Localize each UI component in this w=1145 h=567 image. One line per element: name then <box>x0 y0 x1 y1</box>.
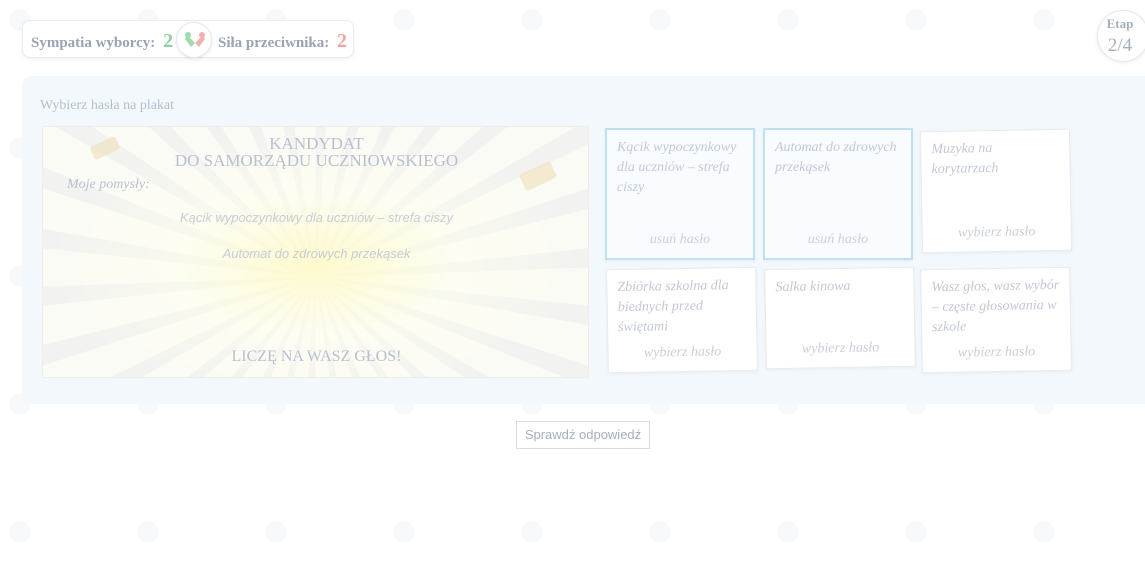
opponent-strength-label: Siła przeciwnika: <box>218 35 330 51</box>
campaign-poster: KANDYDAT DO SAMORZĄDU UCZNIOWSKIEGO Moje… <box>42 126 589 378</box>
stage-label: Etap <box>1106 16 1134 31</box>
voter-sympathy-label: Sympatia wyborcy: <box>31 35 156 51</box>
slogan-selection-panel: Wybierz hasła na plakat KANDYDAT DO SAMO… <box>22 76 1145 404</box>
remove-slogan-button[interactable]: usuń hasło <box>765 230 911 250</box>
slogan-card[interactable]: Muzyka na korytarzach wybierz hasło <box>919 128 1073 254</box>
poster-slogan: Automat do zdrowych przekąsek <box>222 246 411 261</box>
opponent-strength: Siła przeciwnika: 2 <box>218 30 347 53</box>
poster-slogan: Kącik wypoczynkowy dla uczniów – strefa … <box>179 210 454 225</box>
select-slogan-button[interactable]: wybierz hasło <box>923 222 1071 245</box>
poster-ideas-label: Moje pomysły: <box>67 177 150 192</box>
poster-heading-line1: KANDYDAT <box>269 134 364 153</box>
stage-value: 2/4 <box>1107 35 1133 56</box>
slogan-card[interactable]: Salka kinowa wybierz hasło <box>764 266 916 370</box>
score-bar: Sympatia wyborcy: 2 Siła przeciwnika: 2 <box>22 20 354 58</box>
slogan-card-text: Zbiórka szkolna dla biednych przed święt… <box>617 278 729 336</box>
stage-badge: Etap 2/4 <box>1097 10 1145 62</box>
slogan-card-text: Muzyka na korytarzach <box>931 141 999 178</box>
slogan-card[interactable]: Zbiórka szkolna dla biednych przed święt… <box>606 266 758 374</box>
slogan-card[interactable]: Wasz głos, wasz wybór – częste głosowani… <box>920 266 1072 374</box>
remove-slogan-button[interactable]: usuń hasło <box>607 230 753 250</box>
check-answer-button[interactable]: Sprawdź odpowiedź <box>516 421 650 449</box>
voters-vs-opponent-icon <box>176 22 212 58</box>
poster-footer: LICZĘ NA WASZ GŁOS! <box>231 348 402 365</box>
select-slogan-button[interactable]: wybierz hasło <box>766 338 914 361</box>
panel-title: Wybierz hasła na plakat <box>40 98 175 113</box>
voter-sympathy: Sympatia wyborcy: 2 <box>31 30 173 53</box>
select-slogan-button[interactable]: wybierz hasło <box>922 342 1070 365</box>
voter-sympathy-value: 2 <box>163 30 174 52</box>
poster-heading: KANDYDAT DO SAMORZĄDU UCZNIOWSKIEGO <box>43 134 588 170</box>
slogan-card-text: Salka kinowa <box>775 278 851 296</box>
select-slogan-button[interactable]: wybierz hasło <box>608 342 756 365</box>
slogan-card[interactable]: Kącik wypoczynkowy dla uczniów – strefa … <box>605 128 755 260</box>
slogan-card-text: Automat do zdrowych przekąsek <box>775 140 897 175</box>
slogan-card[interactable]: Automat do zdrowych przekąsek usuń hasło <box>763 128 913 260</box>
slogan-card-text: Kącik wypoczynkowy dla uczniów – strefa … <box>617 140 737 195</box>
slogan-card-text: Wasz głos, wasz wybór – częste głosowani… <box>931 277 1060 336</box>
poster-heading-line2: DO SAMORZĄDU UCZNIOWSKIEGO <box>174 151 459 170</box>
opponent-strength-value: 2 <box>337 30 347 52</box>
